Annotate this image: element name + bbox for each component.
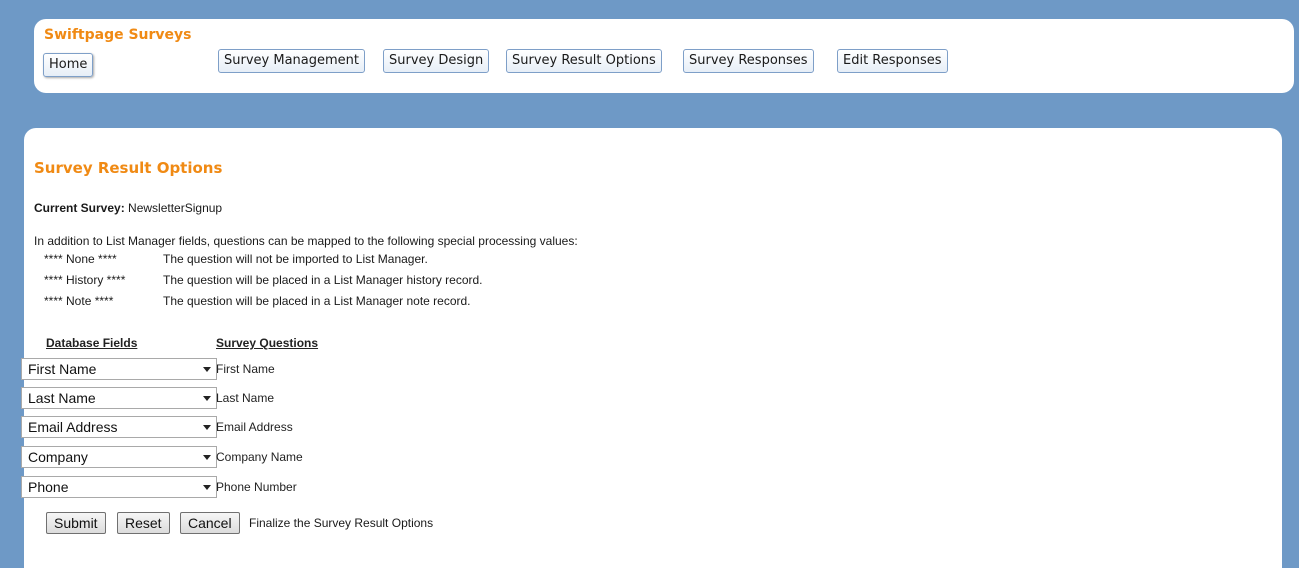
special-desc-note: The question will be placed in a List Ma… [163,294,471,308]
special-key-none: **** None **** [44,252,117,266]
current-survey-value: NewsletterSignup [128,201,223,215]
finalize-text: Finalize the Survey Result Options [249,516,434,530]
column-header-survey-questions: Survey Questions [216,336,319,350]
survey-question: Company Name [216,450,303,464]
select-value: Phone [28,479,69,495]
brand-title: Swiftpage Surveys [44,27,192,43]
database-field-select[interactable]: Email Address [21,416,217,438]
database-field-select[interactable]: First Name [21,358,217,380]
page-title: Survey Result Options [34,159,223,177]
nav-survey-design[interactable]: Survey Design [383,49,490,73]
chevron-down-icon [203,455,211,460]
select-value: Company [28,449,88,465]
survey-question: Email Address [216,420,293,434]
nav-survey-result-options[interactable]: Survey Result Options [506,49,662,73]
home-button[interactable]: Home [43,53,94,77]
select-value: Email Address [28,419,118,435]
current-survey: Current Survey: NewsletterSignup [34,201,222,215]
survey-question: First Name [216,362,275,376]
database-field-select[interactable]: Last Name [21,387,217,409]
special-desc-history: The question will be placed in a List Ma… [163,273,483,287]
chevron-down-icon [203,396,211,401]
header-bar: Swiftpage Surveys Home Survey Management… [34,19,1294,93]
cancel-button[interactable]: Cancel [180,512,240,534]
chevron-down-icon [203,485,211,490]
nav-edit-responses[interactable]: Edit Responses [837,49,948,73]
chevron-down-icon [203,425,211,430]
special-key-note: **** Note **** [44,294,114,308]
select-value: First Name [28,361,97,377]
nav-survey-management[interactable]: Survey Management [218,49,365,73]
nav-survey-responses[interactable]: Survey Responses [683,49,814,73]
survey-question: Phone Number [216,480,297,494]
special-key-history: **** History **** [44,273,126,287]
select-value: Last Name [28,390,96,406]
database-field-select[interactable]: Company [21,446,217,468]
column-header-database-fields: Database Fields [46,336,138,350]
database-field-select[interactable]: Phone [21,476,217,498]
current-survey-label: Current Survey: [34,201,125,215]
reset-button[interactable]: Reset [117,512,170,534]
chevron-down-icon [203,367,211,372]
special-desc-none: The question will not be imported to Lis… [163,252,428,266]
content-panel: Survey Result Options Current Survey: Ne… [24,128,1282,568]
submit-button[interactable]: Submit [46,512,106,534]
survey-question: Last Name [216,391,275,405]
intro-text: In addition to List Manager fields, ques… [34,234,578,248]
